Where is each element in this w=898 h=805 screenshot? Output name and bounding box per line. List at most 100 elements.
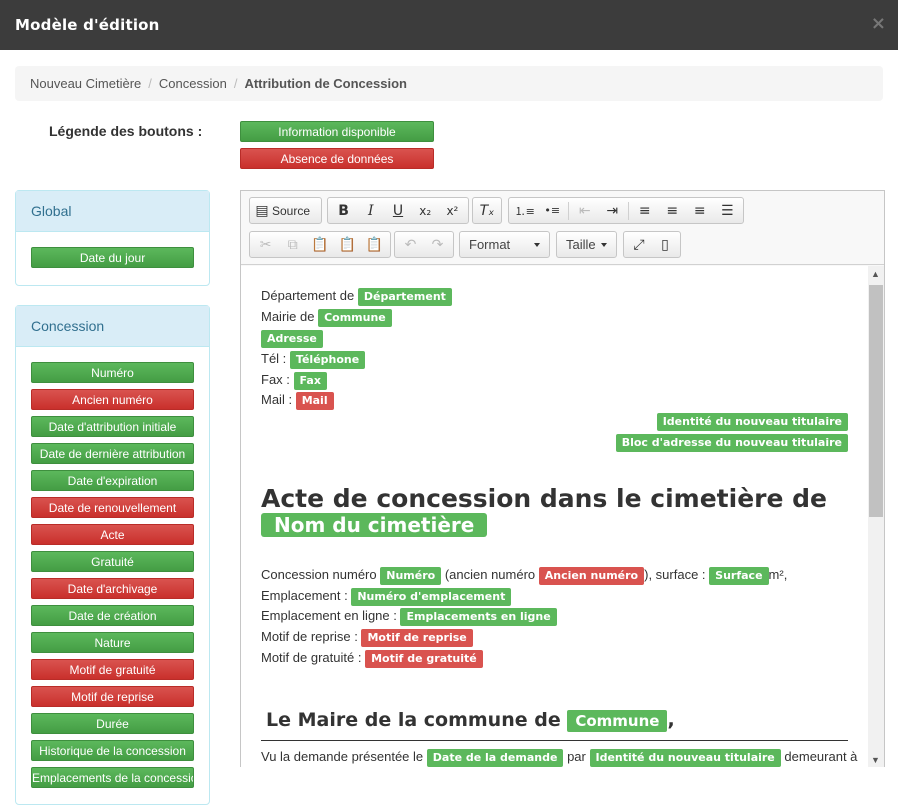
panel-concession: Concession Numéro Ancien numéro Date d'att… <box>15 305 210 805</box>
placeholder-button[interactable]: Date d'expiration <box>31 470 194 491</box>
placeholder-button[interactable]: Acte <box>31 524 194 545</box>
editor-content[interactable]: Département de Département Mairie de Com… <box>241 266 868 767</box>
rich-text-editor: ▤ Source B I U x₂ x² Tₓ ⒈≡ •≡ ⇤ ⇥ ≡ ≡ ≡ … <box>240 190 885 767</box>
placeholder-tag: Adresse <box>261 330 323 348</box>
paste-text-icon[interactable]: 📋 <box>334 233 361 256</box>
document-heading: Acte de concession dans le cimetière de <box>261 484 827 513</box>
placeholder-tag: Date de la demande <box>426 749 564 767</box>
placeholder-tag: Mail <box>295 392 334 410</box>
panel-global: Global Date du jour <box>15 190 210 286</box>
modal-title: Modèle d'édition <box>15 16 160 34</box>
text: Emplacement : <box>261 588 348 603</box>
text: , <box>667 709 675 731</box>
editor-scrollbar[interactable]: ▲ ▼ <box>868 266 884 767</box>
placeholder-button[interactable]: Motif de reprise <box>31 686 194 707</box>
placeholder-tag: Numéro d'emplacement <box>351 588 512 606</box>
show-blocks-icon[interactable]: ▯ <box>652 233 678 256</box>
placeholder-button[interactable]: Nature <box>31 632 194 653</box>
superscript-icon[interactable]: x² <box>439 199 466 222</box>
scroll-down-icon[interactable]: ▼ <box>871 755 880 765</box>
placeholder-button[interactable]: Numéro <box>31 362 194 383</box>
chevron-down-icon <box>534 242 540 247</box>
bold-icon[interactable]: B <box>330 199 357 222</box>
size-dropdown-label: Taille <box>566 237 596 252</box>
align-left-icon[interactable]: ≡ <box>631 199 659 222</box>
paste-word-icon[interactable]: 📋 <box>361 233 388 256</box>
placeholder-button[interactable]: Date de création <box>31 605 194 626</box>
underline-icon[interactable]: U <box>384 199 411 222</box>
panel-concession-title: Concession <box>16 306 209 347</box>
placeholder-tag: Bloc d'adresse du nouveau titulaire <box>615 434 848 452</box>
size-dropdown[interactable]: Taille <box>556 231 617 258</box>
placeholder-button[interactable]: Motif de gratuité <box>31 659 194 680</box>
italic-icon[interactable]: I <box>357 199 384 222</box>
breadcrumb-active: Attribution de Concession <box>244 76 407 91</box>
scrollbar-thumb[interactable] <box>869 285 883 517</box>
align-right-icon[interactable]: ≡ <box>686 199 714 222</box>
placeholder-button[interactable]: Date de dernière attribution <box>31 443 194 464</box>
placeholder-tag: Surface <box>709 567 769 585</box>
placeholder-tag: Motif de gratuité <box>365 650 483 668</box>
text: demeurant à <box>784 749 858 764</box>
chevron-down-icon <box>601 242 607 247</box>
source-button[interactable]: Source <box>272 204 314 218</box>
placeholder-tag: Téléphone <box>289 351 366 369</box>
mairie-label: Mairie de <box>261 309 315 324</box>
placeholder-tag: Numéro <box>380 567 442 585</box>
placeholder-button[interactable]: Date d'archivage <box>31 578 194 599</box>
maximize-icon[interactable]: ⤢ <box>626 233 652 256</box>
text: par <box>567 749 586 764</box>
placeholder-tag: Ancien numéro <box>538 567 645 585</box>
tel-label: Tél : <box>261 351 287 366</box>
placeholder-tag: Motif de reprise <box>361 629 473 647</box>
divider <box>261 740 848 741</box>
breadcrumb-item[interactable]: Concession <box>159 76 227 91</box>
copy-icon[interactable]: ⧉ <box>279 233 306 256</box>
document-subheading: Le Maire de la commune de Commune, <box>266 709 675 732</box>
panel-global-title: Global <box>16 191 209 232</box>
placeholder-tag: Identité du nouveau titulaire <box>589 749 781 767</box>
legend-missing-button: Absence de données <box>240 148 434 169</box>
dept-label: Département de <box>261 288 355 303</box>
breadcrumb-item[interactable]: Nouveau Cimetière <box>30 76 141 91</box>
placeholder-button[interactable]: Gratuité <box>31 551 194 572</box>
fax-label: Fax : <box>261 372 290 387</box>
undo-icon[interactable]: ↶ <box>397 233 424 256</box>
format-dropdown[interactable]: Format <box>459 231 550 258</box>
text: Concession numéro <box>261 567 377 582</box>
legend-available-button: Information disponible <box>240 121 434 142</box>
subscript-icon[interactable]: x₂ <box>412 199 439 222</box>
cut-icon[interactable]: ✂ <box>252 233 279 256</box>
placeholder-button[interactable]: Historique de la concession <box>31 740 194 761</box>
source-icon[interactable]: ▤ <box>252 199 272 222</box>
breadcrumb: Nouveau Cimetière / Concession / Attribution… <box>15 66 883 101</box>
numbered-list-icon[interactable]: ⒈≡ <box>511 199 539 222</box>
paste-icon[interactable]: 📋 <box>306 233 333 256</box>
redo-icon[interactable]: ↷ <box>424 233 451 256</box>
text: (ancien numéro <box>444 567 536 582</box>
placeholder-tag-heading: Nom du cimetière <box>261 513 488 537</box>
placeholder-tag: Identité du nouveau titulaire <box>656 413 848 431</box>
placeholder-button-date-du-jour[interactable]: Date du jour <box>31 247 194 268</box>
align-center-icon[interactable]: ≡ <box>658 199 686 222</box>
placeholder-button[interactable]: Durée <box>31 713 194 734</box>
scroll-up-icon[interactable]: ▲ <box>871 269 880 279</box>
placeholder-tag: Département <box>357 288 452 306</box>
indent-icon[interactable]: ⇥ <box>598 199 626 222</box>
placeholder-button[interactable]: Ancien numéro <box>31 389 194 410</box>
close-icon[interactable]: × <box>871 13 886 34</box>
modal-header: Modèle d'édition × <box>0 0 898 50</box>
text: m², <box>768 567 788 582</box>
text: Vu la demande présentée le <box>261 749 424 764</box>
justify-icon[interactable]: ☰ <box>713 199 741 222</box>
text: ), surface : <box>644 567 706 582</box>
placeholder-button[interactable]: Date de renouvellement <box>31 497 194 518</box>
format-dropdown-label: Format <box>469 237 511 252</box>
placeholder-button[interactable]: Date d'attribution initiale <box>31 416 194 437</box>
remove-format-icon[interactable]: Tₓ <box>475 199 499 222</box>
placeholder-button[interactable]: Emplacements de la concession <box>31 767 194 788</box>
editor-toolbar: ▤ Source B I U x₂ x² Tₓ ⒈≡ •≡ ⇤ ⇥ ≡ ≡ ≡ … <box>241 191 884 265</box>
bullet-list-icon[interactable]: •≡ <box>539 199 567 222</box>
placeholder-tag: Commune <box>567 710 668 732</box>
outdent-icon[interactable]: ⇤ <box>571 199 599 222</box>
